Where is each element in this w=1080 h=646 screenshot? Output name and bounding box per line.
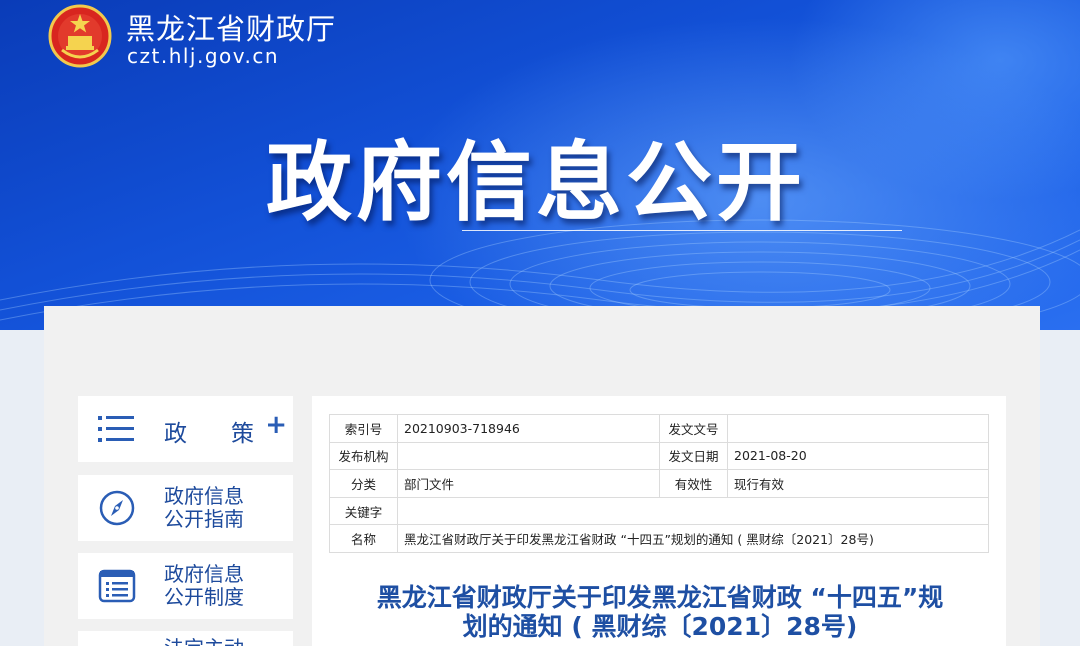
docno-label: 发文文号 <box>659 414 728 443</box>
sidebar-item-disclosure-system[interactable]: 政府信息 公开制度 <box>78 553 293 619</box>
sidebar-item-label: 政府信息 公开制度 <box>164 562 244 609</box>
header-banner: 黑龙江省财政厅 czt.hlj.gov.cn 政府信息公开 <box>0 0 1080 330</box>
site-domain: czt.hlj.gov.cn <box>127 44 280 68</box>
docno-value <box>727 414 989 443</box>
index-label: 索引号 <box>329 414 398 443</box>
date-label: 发文日期 <box>659 441 728 471</box>
category-value: 部门文件 <box>397 469 660 498</box>
document-title: 黑龙江省财政厅关于印发黑龙江省财政 “十四五”规 划的通知 ( 黑财综〔2021… <box>318 583 1002 641</box>
keywords-label: 关键字 <box>329 496 398 526</box>
table-row: 关键字 <box>329 496 989 526</box>
national-emblem-icon[interactable] <box>48 4 112 68</box>
sidebar-item-statutory[interactable]: 法定主动 <box>78 631 293 646</box>
sidebar-item-disclosure-guide[interactable]: 政府信息 公开指南 <box>78 475 293 541</box>
validity-label: 有效性 <box>659 469 728 498</box>
org-label: 发布机构 <box>329 441 398 471</box>
name-value: 黑龙江省财政厅关于印发黑龙江省财政 “十四五”规划的通知 ( 黑财综〔2021〕… <box>397 524 989 553</box>
banner-divider <box>462 230 902 231</box>
category-label: 分类 <box>329 469 398 498</box>
document-list-icon <box>98 569 136 603</box>
index-value: 20210903-718946 <box>397 414 660 443</box>
banner-title: 政府信息公开 <box>266 133 806 233</box>
table-row: 发布机构 发文日期 2021-08-20 <box>329 441 989 471</box>
sidebar-item-label: 政策 <box>164 421 298 447</box>
document-title-line-1: 黑龙江省财政厅关于印发黑龙江省财政 “十四五”规 <box>376 583 944 612</box>
keywords-value <box>397 496 989 526</box>
table-row: 索引号 20210903-718946 发文文号 <box>329 414 989 443</box>
table-row: 分类 部门文件 有效性 现行有效 <box>329 469 989 498</box>
sidebar-item-policy[interactable]: 政策 + <box>78 396 293 462</box>
document-title-line-2: 划的通知 ( 黑财综〔2021〕28号) <box>462 612 858 641</box>
document-metadata-table: 索引号 20210903-718946 发文文号 发布机构 发文日期 2021-… <box>329 414 989 553</box>
validity-value: 现行有效 <box>727 469 989 498</box>
name-label: 名称 <box>329 524 398 553</box>
date-value: 2021-08-20 <box>727 441 989 471</box>
table-row: 名称 黑龙江省财政厅关于印发黑龙江省财政 “十四五”规划的通知 ( 黑财综〔20… <box>329 524 989 553</box>
expand-plus-icon[interactable]: + <box>265 410 287 440</box>
sidebar-item-label: 政府信息 公开指南 <box>164 484 244 531</box>
sidebar-item-label: 法定主动 <box>164 637 284 646</box>
org-value <box>397 441 660 471</box>
list-icon <box>98 416 134 442</box>
compass-icon <box>99 490 135 526</box>
site-name[interactable]: 黑龙江省财政厅 <box>126 6 336 48</box>
